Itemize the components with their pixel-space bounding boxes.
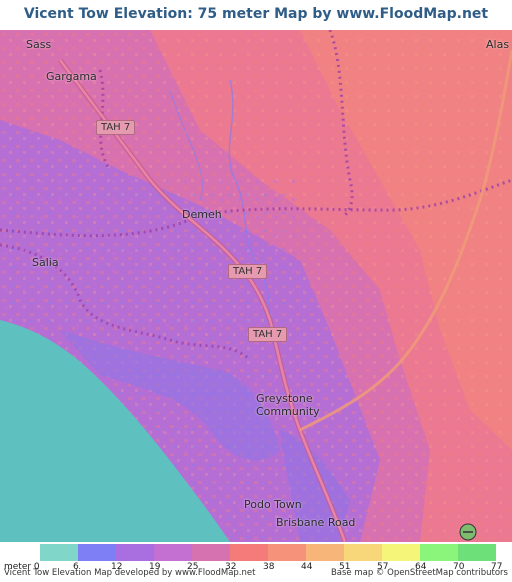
place-label-podo-town: Podo Town (244, 498, 302, 511)
road-shield-tah7: TAH 7 (96, 120, 136, 135)
footer-attribution: Base map © OpenStreetMap contributors (330, 568, 508, 578)
legend-swatch (306, 544, 344, 561)
legend-swatch (344, 544, 382, 561)
legend-swatch (40, 544, 78, 561)
road-shield-tah7: TAH 7 (228, 264, 268, 279)
place-label-sass: Sass (26, 38, 52, 51)
map-footer: Vicent Tow Elevation Map developed by ww… (0, 568, 512, 582)
place-label-alas: Alas (486, 38, 510, 51)
place-label-demeh: Demeh (182, 208, 222, 221)
map-title: Vicent Tow Elevation: 75 meter Map by ww… (0, 0, 512, 50)
legend-swatch (420, 544, 458, 561)
legend-swatch (154, 544, 192, 561)
footer-credit: Vicent Tow Elevation Map developed by ww… (4, 568, 256, 578)
legend-swatch (458, 544, 496, 561)
legend-swatch (382, 544, 420, 561)
legend-swatch (230, 544, 268, 561)
elevation-map[interactable]: Sass Alas Gargama Demeh Salia Greystone C… (0, 30, 512, 542)
legend-color-scale (40, 544, 496, 561)
road-shield-tah7: TAH 7 (248, 327, 288, 342)
openstreetmap-logo-icon (459, 523, 477, 541)
legend-swatch (192, 544, 230, 561)
legend-swatch (116, 544, 154, 561)
place-label-salia: Salia (32, 256, 59, 269)
map-canvas (0, 30, 512, 542)
place-label-greystone: Greystone Community (256, 392, 320, 418)
place-label-gargama: Gargama (46, 70, 97, 83)
legend-swatch (268, 544, 306, 561)
legend-swatch (78, 544, 116, 561)
place-label-brisbane-road: Brisbane Road (276, 516, 356, 529)
